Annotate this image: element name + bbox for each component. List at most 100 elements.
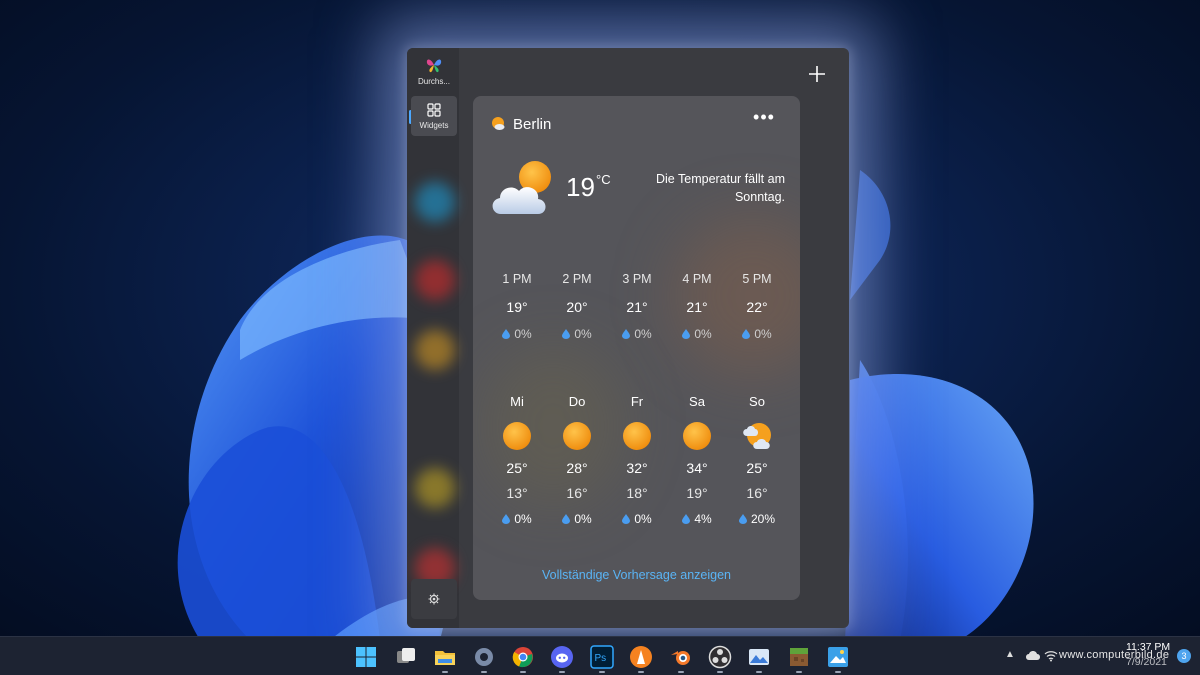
task-view-icon <box>397 648 415 663</box>
obs-taskbar-button[interactable] <box>708 645 732 669</box>
settings-icon <box>475 648 493 666</box>
hourly-item: 1 PM 19° 0% <box>487 272 547 342</box>
vlc-icon <box>630 646 652 668</box>
raindrop-icon <box>682 329 691 339</box>
chrome-icon <box>512 647 533 668</box>
photoshop-icon: Ps <box>590 645 614 669</box>
temperature-unit-toggle[interactable]: °C <box>596 172 611 187</box>
obs-icon <box>708 645 732 669</box>
sidebar-item-durchs[interactable]: Durchs... <box>411 52 457 92</box>
daily-item[interactable]: Mi 25° 13° 0% <box>487 394 547 527</box>
day-low-temperature: 18° <box>626 485 648 501</box>
partly-cloudy-icon <box>492 117 505 130</box>
day-low-temperature: 13° <box>506 485 528 501</box>
precipitation-chance: 0% <box>562 326 592 342</box>
day-label: Fr <box>630 394 644 409</box>
widget-settings-button[interactable] <box>411 579 457 619</box>
paint-icon <box>828 647 848 667</box>
file-explorer-taskbar-button[interactable] <box>433 645 457 669</box>
precipitation-chance: 0% <box>502 326 532 342</box>
vlc-taskbar-button[interactable] <box>629 645 653 669</box>
precipitation-value: 0% <box>634 512 652 526</box>
wifi-icon[interactable] <box>1044 649 1058 662</box>
clock-date[interactable]: 7/9/2021 <box>1126 656 1167 668</box>
hourly-item: 2 PM 20° 0% <box>547 272 607 342</box>
more-options-button[interactable]: ••• <box>751 108 777 132</box>
precipitation-chance: 0% <box>742 326 772 342</box>
daily-item[interactable]: So 25° 16° 20% <box>727 394 787 527</box>
show-hidden-icons-chevron-icon[interactable]: ▲ <box>1005 649 1015 660</box>
day-label: Mi <box>510 394 524 409</box>
day-label: Sa <box>689 394 705 409</box>
raindrop-icon <box>622 329 631 339</box>
start-taskbar-button[interactable] <box>354 645 378 669</box>
precipitation-value: 0% <box>694 327 712 341</box>
hourly-forecast: 1 PM 19° 0% 2 PM 20° 0% 3 PM 21° 0% 4 PM 21° 0% 5 PM… <box>487 272 787 342</box>
precipitation-chance: 0% <box>682 326 712 342</box>
chrome-taskbar-button[interactable] <box>511 645 535 669</box>
hour-label: 5 PM <box>742 272 772 286</box>
day-high-temperature: 28° <box>566 460 588 476</box>
precipitation-chance: 4% <box>682 511 712 527</box>
hour-temperature: 21° <box>686 299 708 315</box>
hour-temperature: 21° <box>626 299 648 315</box>
blender-taskbar-button[interactable] <box>669 645 693 669</box>
day-high-temperature: 25° <box>746 460 768 476</box>
running-indicator <box>756 671 762 673</box>
daily-item[interactable]: Sa 34° 19° 4% <box>667 394 727 527</box>
running-indicator <box>638 671 644 673</box>
daily-forecast: Mi 25° 13° 0% Do 28° 16° 0% Fr 32° 18° 0% Sa 34° 19° 4%… <box>487 394 787 527</box>
daily-item[interactable]: Do 28° 16° 0% <box>547 394 607 527</box>
running-indicator <box>520 671 526 673</box>
weather-card: Berlin ••• 19 °C Die Temperatur fällt am… <box>473 96 800 600</box>
full-forecast-link[interactable]: Vollständige Vorhersage anzeigen <box>473 568 800 582</box>
minecraft-taskbar-button[interactable] <box>787 645 811 669</box>
blurred-app-icon <box>415 468 455 508</box>
hour-temperature: 19° <box>506 299 528 315</box>
weather-summary: Die Temperatur fällt am Sonntag. <box>656 172 785 204</box>
paint-taskbar-button[interactable] <box>826 645 850 669</box>
blurred-app-icon <box>415 260 455 300</box>
running-indicator <box>678 671 684 673</box>
day-label: So <box>749 394 765 409</box>
partly-cloudy-icon <box>492 161 551 214</box>
cloud-icon[interactable] <box>1025 649 1041 661</box>
precipitation-chance: 0% <box>622 326 652 342</box>
clock-time[interactable]: 11:37 PM <box>1126 641 1170 653</box>
raindrop-icon <box>622 514 631 524</box>
task-view-taskbar-button[interactable] <box>394 645 418 669</box>
notification-badge[interactable]: 3 <box>1177 649 1191 663</box>
running-indicator <box>796 671 802 673</box>
precipitation-chance: 0% <box>502 511 532 527</box>
svg-text:Ps: Ps <box>595 653 607 664</box>
blender-icon <box>671 651 690 665</box>
hourly-item: 3 PM 21° 0% <box>607 272 667 342</box>
running-indicator <box>599 671 605 673</box>
photos-taskbar-button[interactable] <box>747 645 771 669</box>
hourly-item: 5 PM 22° 0% <box>727 272 787 342</box>
raindrop-icon <box>502 329 511 339</box>
day-high-temperature: 25° <box>506 460 528 476</box>
blurred-app-icon <box>415 182 455 222</box>
plus-icon <box>809 66 825 82</box>
running-indicator <box>835 671 841 673</box>
hour-label: 1 PM <box>502 272 532 286</box>
location-header[interactable]: Berlin <box>489 114 551 134</box>
daily-item[interactable]: Fr 32° 18° 0% <box>607 394 667 527</box>
running-indicator <box>717 671 723 673</box>
precipitation-value: 0% <box>634 327 652 341</box>
raindrop-icon <box>738 514 747 524</box>
raindrop-icon <box>742 329 751 339</box>
settings-taskbar-button[interactable] <box>472 645 496 669</box>
sun-icon <box>563 422 591 450</box>
sidebar-item-widgets[interactable]: Widgets <box>411 96 457 136</box>
precipitation-value: 20% <box>750 512 776 526</box>
running-indicator <box>442 671 448 673</box>
discord-taskbar-button[interactable] <box>550 645 574 669</box>
photoshop-taskbar-button[interactable]: Ps <box>590 645 614 669</box>
widgets-panel: Durchs... Widgets Berlin ••• 19 °C Die T… <box>407 48 849 628</box>
hour-label: 3 PM <box>622 272 652 286</box>
add-widget-button[interactable] <box>805 62 829 86</box>
day-low-temperature: 16° <box>746 485 768 501</box>
running-indicator <box>559 671 565 673</box>
